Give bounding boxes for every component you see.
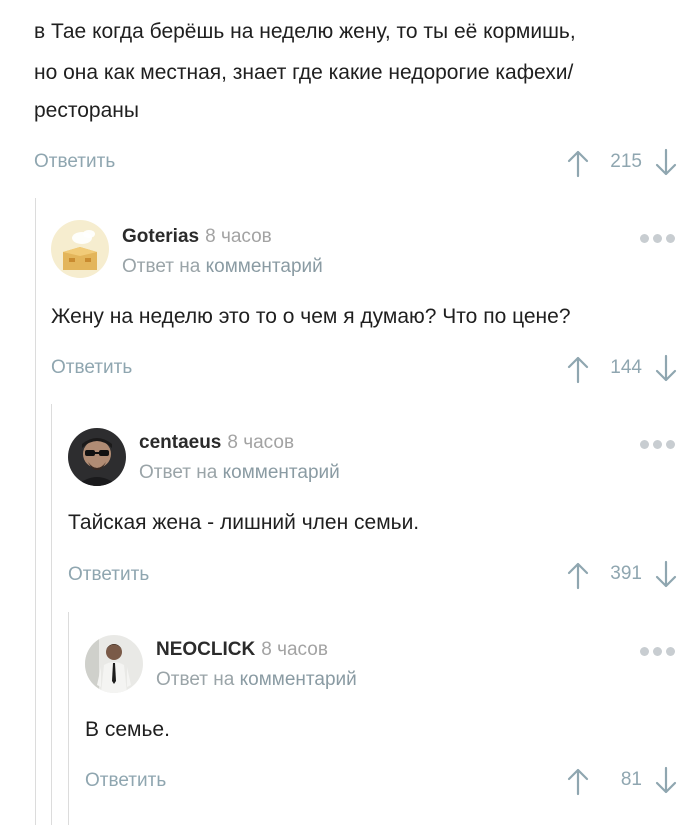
reply-button[interactable]: Ответить <box>51 357 132 379</box>
more-dots-icon[interactable] <box>640 644 676 658</box>
reply-to: Ответ на комментарий <box>122 256 323 278</box>
arrow-down-icon[interactable] <box>654 148 678 178</box>
vote-widget: 81 <box>566 766 678 796</box>
arrow-down-icon[interactable] <box>654 766 678 796</box>
comment-time: 8 часов <box>205 226 272 247</box>
author-line: Goterias 8 часов <box>122 226 272 248</box>
arrow-up-icon[interactable] <box>566 148 590 178</box>
reply-to: Ответ на комментарий <box>156 669 357 691</box>
rating-count: 215 <box>610 151 642 172</box>
thread-line-level-3 <box>68 612 69 825</box>
comment-text-line: но она как местная, знает где какие недо… <box>34 61 574 84</box>
reply-button[interactable]: Ответить <box>85 770 166 792</box>
avatar[interactable] <box>51 220 109 278</box>
arrow-up-icon[interactable] <box>566 766 590 796</box>
more-dots-icon[interactable] <box>640 231 676 245</box>
arrow-down-icon[interactable] <box>654 560 678 590</box>
reply-to: Ответ на комментарий <box>139 462 340 484</box>
reply-to-link[interactable]: комментарий <box>240 669 357 690</box>
rating-count: 144 <box>610 357 642 378</box>
reply-button[interactable]: Ответить <box>68 564 149 586</box>
reply-to-link[interactable]: комментарий <box>206 256 323 277</box>
comment-time: 8 часов <box>261 639 328 660</box>
rating-count: 391 <box>610 563 642 584</box>
reply-to-prefix: Ответ на <box>122 256 201 277</box>
vote-widget: 391 <box>566 560 678 590</box>
arrow-up-icon[interactable] <box>566 560 590 590</box>
author-name[interactable]: Goterias <box>122 226 199 247</box>
vote-widget: 215 <box>566 148 678 178</box>
more-dots-icon[interactable] <box>640 437 676 451</box>
reply-button[interactable]: Ответить <box>34 151 115 173</box>
comment-text-line: рестораны <box>34 99 139 122</box>
author-line: centaeus 8 часов <box>139 432 294 454</box>
comment-text: В семье. <box>85 718 170 741</box>
arrow-up-icon[interactable] <box>566 354 590 384</box>
author-line: NEOCLICK 8 часов <box>156 639 328 661</box>
comment-text: Тайская жена - лишний член семьи. <box>68 511 420 534</box>
avatar[interactable] <box>68 428 126 486</box>
reply-to-prefix: Ответ на <box>139 462 218 483</box>
author-name[interactable]: NEOCLICK <box>156 639 255 660</box>
thread-line-level-2 <box>51 404 52 825</box>
reply-to-prefix: Ответ на <box>156 669 235 690</box>
thread-line-level-1 <box>35 198 36 825</box>
comment-text-line: в Тае когда берёшь на неделю жену, то ты… <box>34 20 576 43</box>
comment-text: Жену на неделю это то о чем я думаю? Что… <box>51 305 571 328</box>
reply-to-link[interactable]: комментарий <box>223 462 340 483</box>
comment-time: 8 часов <box>227 432 295 453</box>
rating-count: 81 <box>620 769 642 790</box>
vote-widget: 144 <box>566 354 678 384</box>
author-name[interactable]: centaeus <box>139 432 221 453</box>
arrow-down-icon[interactable] <box>654 354 678 384</box>
avatar[interactable] <box>85 635 143 693</box>
